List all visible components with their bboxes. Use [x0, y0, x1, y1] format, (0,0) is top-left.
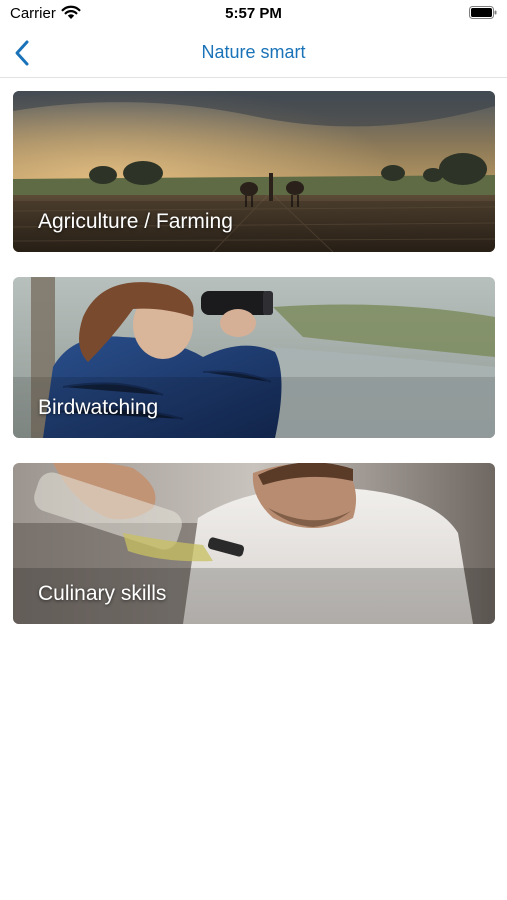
- card-label-agriculture: Agriculture / Farming: [38, 210, 233, 233]
- clock-time: 5:57 PM: [225, 5, 282, 22]
- category-card-birdwatching[interactable]: Birdwatching: [13, 277, 495, 438]
- status-bar: Carrier 5:57 PM: [0, 0, 507, 28]
- navigation-bar: Nature smart: [0, 28, 507, 78]
- page-title: Nature smart: [201, 42, 306, 62]
- category-card-agriculture[interactable]: Agriculture / Farming: [13, 91, 495, 252]
- category-card-culinary[interactable]: Culinary skills: [13, 463, 495, 624]
- battery-icon: [469, 6, 497, 19]
- card-label-birdwatching: Birdwatching: [38, 396, 159, 419]
- card-label-culinary: Culinary skills: [38, 582, 167, 605]
